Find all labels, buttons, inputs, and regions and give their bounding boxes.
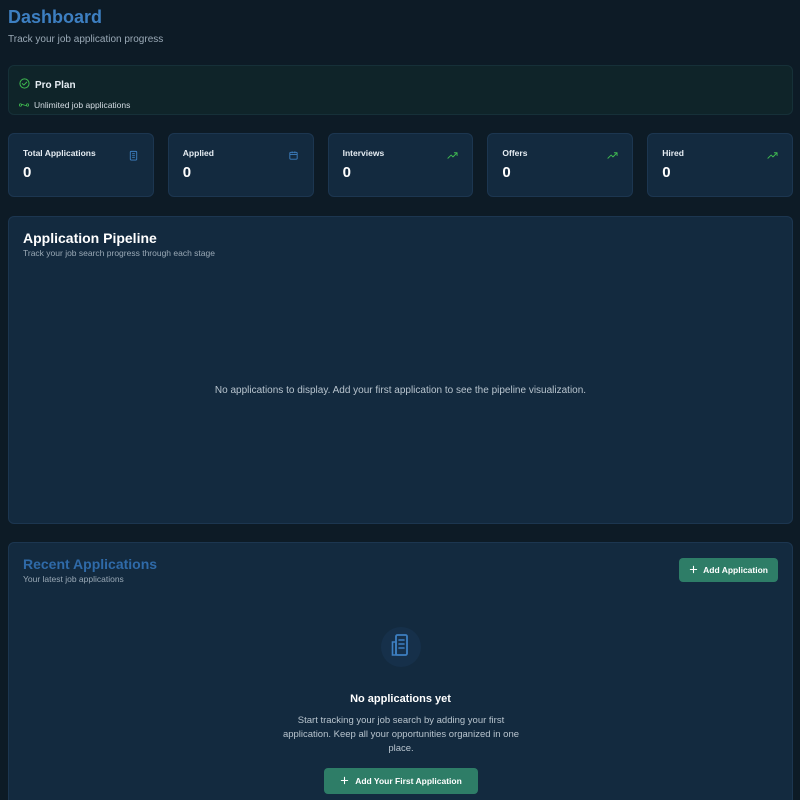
stat-card-offers: Offers 0 (487, 133, 634, 197)
page-title: Dashboard (8, 7, 103, 27)
stat-value: 0 (342, 164, 351, 181)
stat-card-total-applications: Total Applications 0 (8, 133, 154, 197)
stat-label: Hired (662, 148, 684, 158)
trending-up-icon (767, 148, 778, 159)
pipeline-title: Application Pipeline (23, 230, 157, 246)
stat-value: 0 (23, 164, 32, 181)
pipeline-subtitle: Track your job search progress through e… (23, 248, 215, 258)
building-icon (390, 633, 412, 662)
stat-value: 0 (182, 164, 192, 181)
plus-icon (689, 565, 698, 576)
infinity-icon (18, 100, 30, 110)
add-first-application-button[interactable]: Add Your First Application (324, 768, 478, 794)
building-icon (128, 148, 139, 161)
stats-row: Total Applications 0 Applied 0 Interview… (8, 133, 793, 197)
add-first-application-label: Add Your First Application (355, 776, 462, 786)
add-application-label: Add Application (703, 565, 768, 575)
empty-state-icon-wrap (381, 627, 421, 667)
stat-label: Interviews (342, 148, 385, 158)
page-header: Dashboard Track your job application pro… (8, 0, 792, 45)
recent-subtitle: Your latest job applications (23, 574, 124, 584)
dashboard-page: Dashboard Track your job application pro… (0, 0, 800, 800)
empty-state-title: No applications yet (350, 693, 451, 705)
calendar-icon (288, 148, 299, 160)
application-pipeline-card: Application Pipeline Track your job sear… (8, 216, 793, 524)
plan-name: Pro Plan (35, 79, 76, 91)
page-subtitle: Track your job application progress (8, 34, 164, 45)
plan-feature: Unlimited job applications (34, 100, 131, 110)
recent-title: Recent Applications (23, 556, 158, 572)
plus-icon (340, 776, 349, 787)
stat-value: 0 (662, 164, 671, 181)
trending-up-icon (607, 148, 618, 159)
stat-label: Applied (182, 148, 214, 158)
stat-card-hired: Hired 0 (647, 133, 793, 197)
stat-value: 0 (502, 164, 511, 181)
stat-label: Total Applications (23, 148, 96, 158)
recent-applications-card: Recent Applications Your latest job appl… (8, 542, 793, 800)
empty-state-description: Start tracking your job search by adding… (282, 715, 520, 754)
pipeline-empty-message: No applications to display. Add your fir… (214, 385, 587, 396)
trending-up-icon (447, 148, 458, 159)
stat-card-interviews: Interviews 0 (327, 133, 474, 197)
add-application-button[interactable]: Add Application (679, 558, 778, 582)
stat-label: Offers (502, 148, 528, 158)
plan-card: Pro Plan Unlimited job applications (8, 65, 793, 115)
stat-card-applied: Applied 0 (167, 133, 314, 197)
check-circle-icon (19, 76, 30, 94)
